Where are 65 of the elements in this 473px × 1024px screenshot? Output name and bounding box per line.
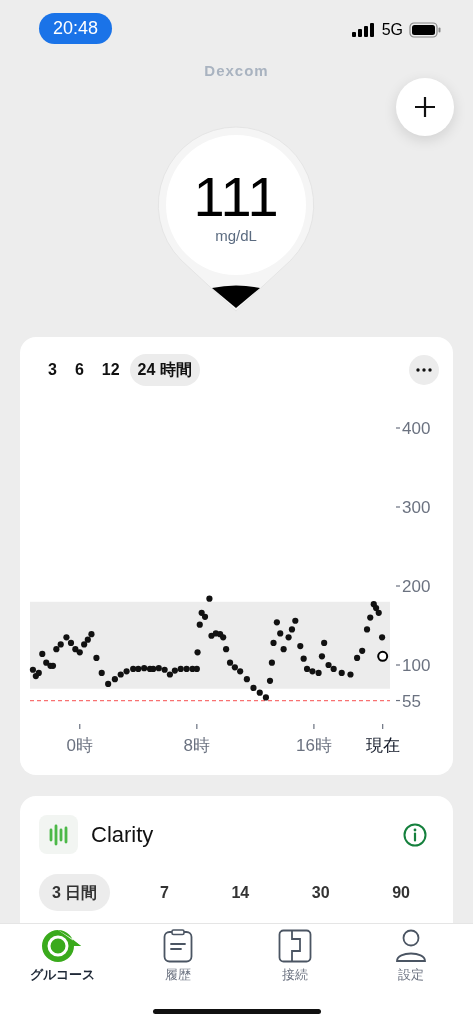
glucose-point xyxy=(347,671,354,678)
glucose-point xyxy=(379,634,386,641)
glucose-point xyxy=(321,639,328,646)
period-tab[interactable]: 14 xyxy=(218,874,263,911)
y-tick-label: 300 xyxy=(402,498,431,517)
glucose-point xyxy=(300,655,307,662)
glucose-value: 111 xyxy=(193,168,279,225)
x-tick-label: 16時 xyxy=(295,736,332,755)
person-icon xyxy=(394,929,427,963)
signal-icon xyxy=(351,23,376,37)
y-axis-label: 100 xyxy=(395,656,431,675)
x-tick-label: 8時 xyxy=(183,736,211,755)
more-button[interactable] xyxy=(409,355,439,385)
x-tick-label: 0時 xyxy=(66,736,93,755)
y-axis-label: 300 xyxy=(395,498,431,517)
x-axis-label: 現在 xyxy=(365,723,400,755)
glucose-point xyxy=(206,595,213,602)
glucose-point xyxy=(270,639,277,646)
glucose-point xyxy=(363,626,371,633)
glucose-point xyxy=(292,617,299,624)
clarity-title: Clarity xyxy=(91,821,154,849)
brand-logo: Dexcom xyxy=(204,61,269,81)
more-icon xyxy=(416,368,432,372)
glucose-point xyxy=(194,649,201,656)
y-tick-label: 55 xyxy=(402,691,421,711)
glucose-point xyxy=(268,659,275,666)
y-axis-label: 200 xyxy=(395,577,431,596)
glucose-point xyxy=(280,646,287,653)
tab-bar-item[interactable]: グルコース xyxy=(17,929,108,985)
tab-bar-item[interactable]: 設定 xyxy=(365,929,456,985)
period-tab[interactable]: 7 xyxy=(146,874,182,911)
period-tab[interactable]: 3 日間 xyxy=(39,874,111,911)
glucose-point xyxy=(297,642,304,650)
time-range-tab[interactable]: 3 xyxy=(40,354,65,386)
y-axis-label: 400 xyxy=(395,419,431,438)
glucose-point xyxy=(223,646,230,653)
battery-icon xyxy=(409,22,441,38)
x-axis-label: 8時 xyxy=(183,723,211,755)
status-time: 20:48 xyxy=(39,12,113,44)
glucose-unit: mg/dL xyxy=(215,225,257,246)
y-axis-label: 55 xyxy=(395,691,421,711)
y-tick-label: 400 xyxy=(402,419,431,438)
time-range-tab[interactable]: 6 xyxy=(66,354,92,386)
current-reading-marker xyxy=(377,650,389,662)
y-tick-label: 100 xyxy=(402,656,431,675)
y-tick-label: 200 xyxy=(402,577,431,596)
glucose-point xyxy=(266,677,274,684)
tab-bar-item[interactable]: 接続 xyxy=(249,929,340,985)
glucose-point xyxy=(98,669,105,676)
info-icon[interactable] xyxy=(403,822,427,847)
glucose-point xyxy=(273,619,280,626)
plus-icon xyxy=(414,96,436,118)
period-tab[interactable]: 30 xyxy=(298,874,343,911)
x-axis-label: 0時 xyxy=(66,723,93,755)
clarity-app-icon xyxy=(39,815,78,854)
clipboard-icon xyxy=(163,929,194,963)
glucose-point xyxy=(93,654,100,661)
network-label: 5G xyxy=(381,20,403,40)
time-range-tab[interactable]: 24 時間 xyxy=(129,354,200,386)
period-tab[interactable]: 90 xyxy=(379,874,423,911)
x-tick-label: 現在 xyxy=(365,736,400,755)
x-axis-label: 16時 xyxy=(295,723,332,755)
time-range-tab[interactable]: 12 xyxy=(93,354,128,386)
tab-bar-item[interactable]: 履歴 xyxy=(133,929,224,985)
connection-icon xyxy=(277,929,312,963)
